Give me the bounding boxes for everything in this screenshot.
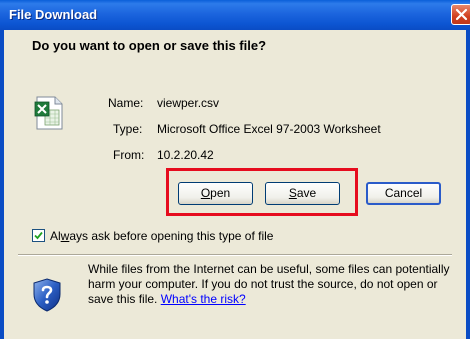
shield-question-icon xyxy=(33,278,61,312)
type-value: Microsoft Office Excel 97-2003 Worksheet xyxy=(157,122,381,136)
window-border-left xyxy=(0,30,4,339)
from-value: 10.2.20.42 xyxy=(157,148,214,162)
always-ask-label[interactable]: Always ask before opening this type of f… xyxy=(50,229,273,243)
window-title: File Download xyxy=(9,7,98,22)
type-label: Type: xyxy=(113,122,143,136)
excel-file-icon xyxy=(34,96,63,130)
title-bar[interactable]: File Download xyxy=(0,0,470,30)
security-warning-text: While files from the Internet can be use… xyxy=(88,262,458,307)
dialog-question: Do you want to open or save this file? xyxy=(32,38,267,53)
checkmark-icon xyxy=(34,231,43,240)
always-ask-label-post: ays ask before opening this type of file xyxy=(69,229,274,243)
name-value: viewper.csv xyxy=(157,96,220,110)
window-border-right xyxy=(466,30,470,339)
name-label: Name: xyxy=(108,96,144,110)
cancel-button[interactable]: Cancel xyxy=(366,182,441,205)
separator-highlight xyxy=(18,255,452,256)
from-label: From: xyxy=(113,148,145,162)
always-ask-checkbox[interactable] xyxy=(32,229,45,242)
always-ask-label-pre: Al xyxy=(50,229,61,243)
whats-the-risk-link[interactable]: What's the risk? xyxy=(161,292,246,306)
security-warning-body: While files from the Internet can be use… xyxy=(88,262,450,306)
close-button[interactable] xyxy=(451,4,470,25)
file-download-dialog: File Download Do you want to open or sav… xyxy=(0,0,470,339)
open-save-highlight-box xyxy=(166,168,358,216)
close-icon xyxy=(455,8,468,21)
